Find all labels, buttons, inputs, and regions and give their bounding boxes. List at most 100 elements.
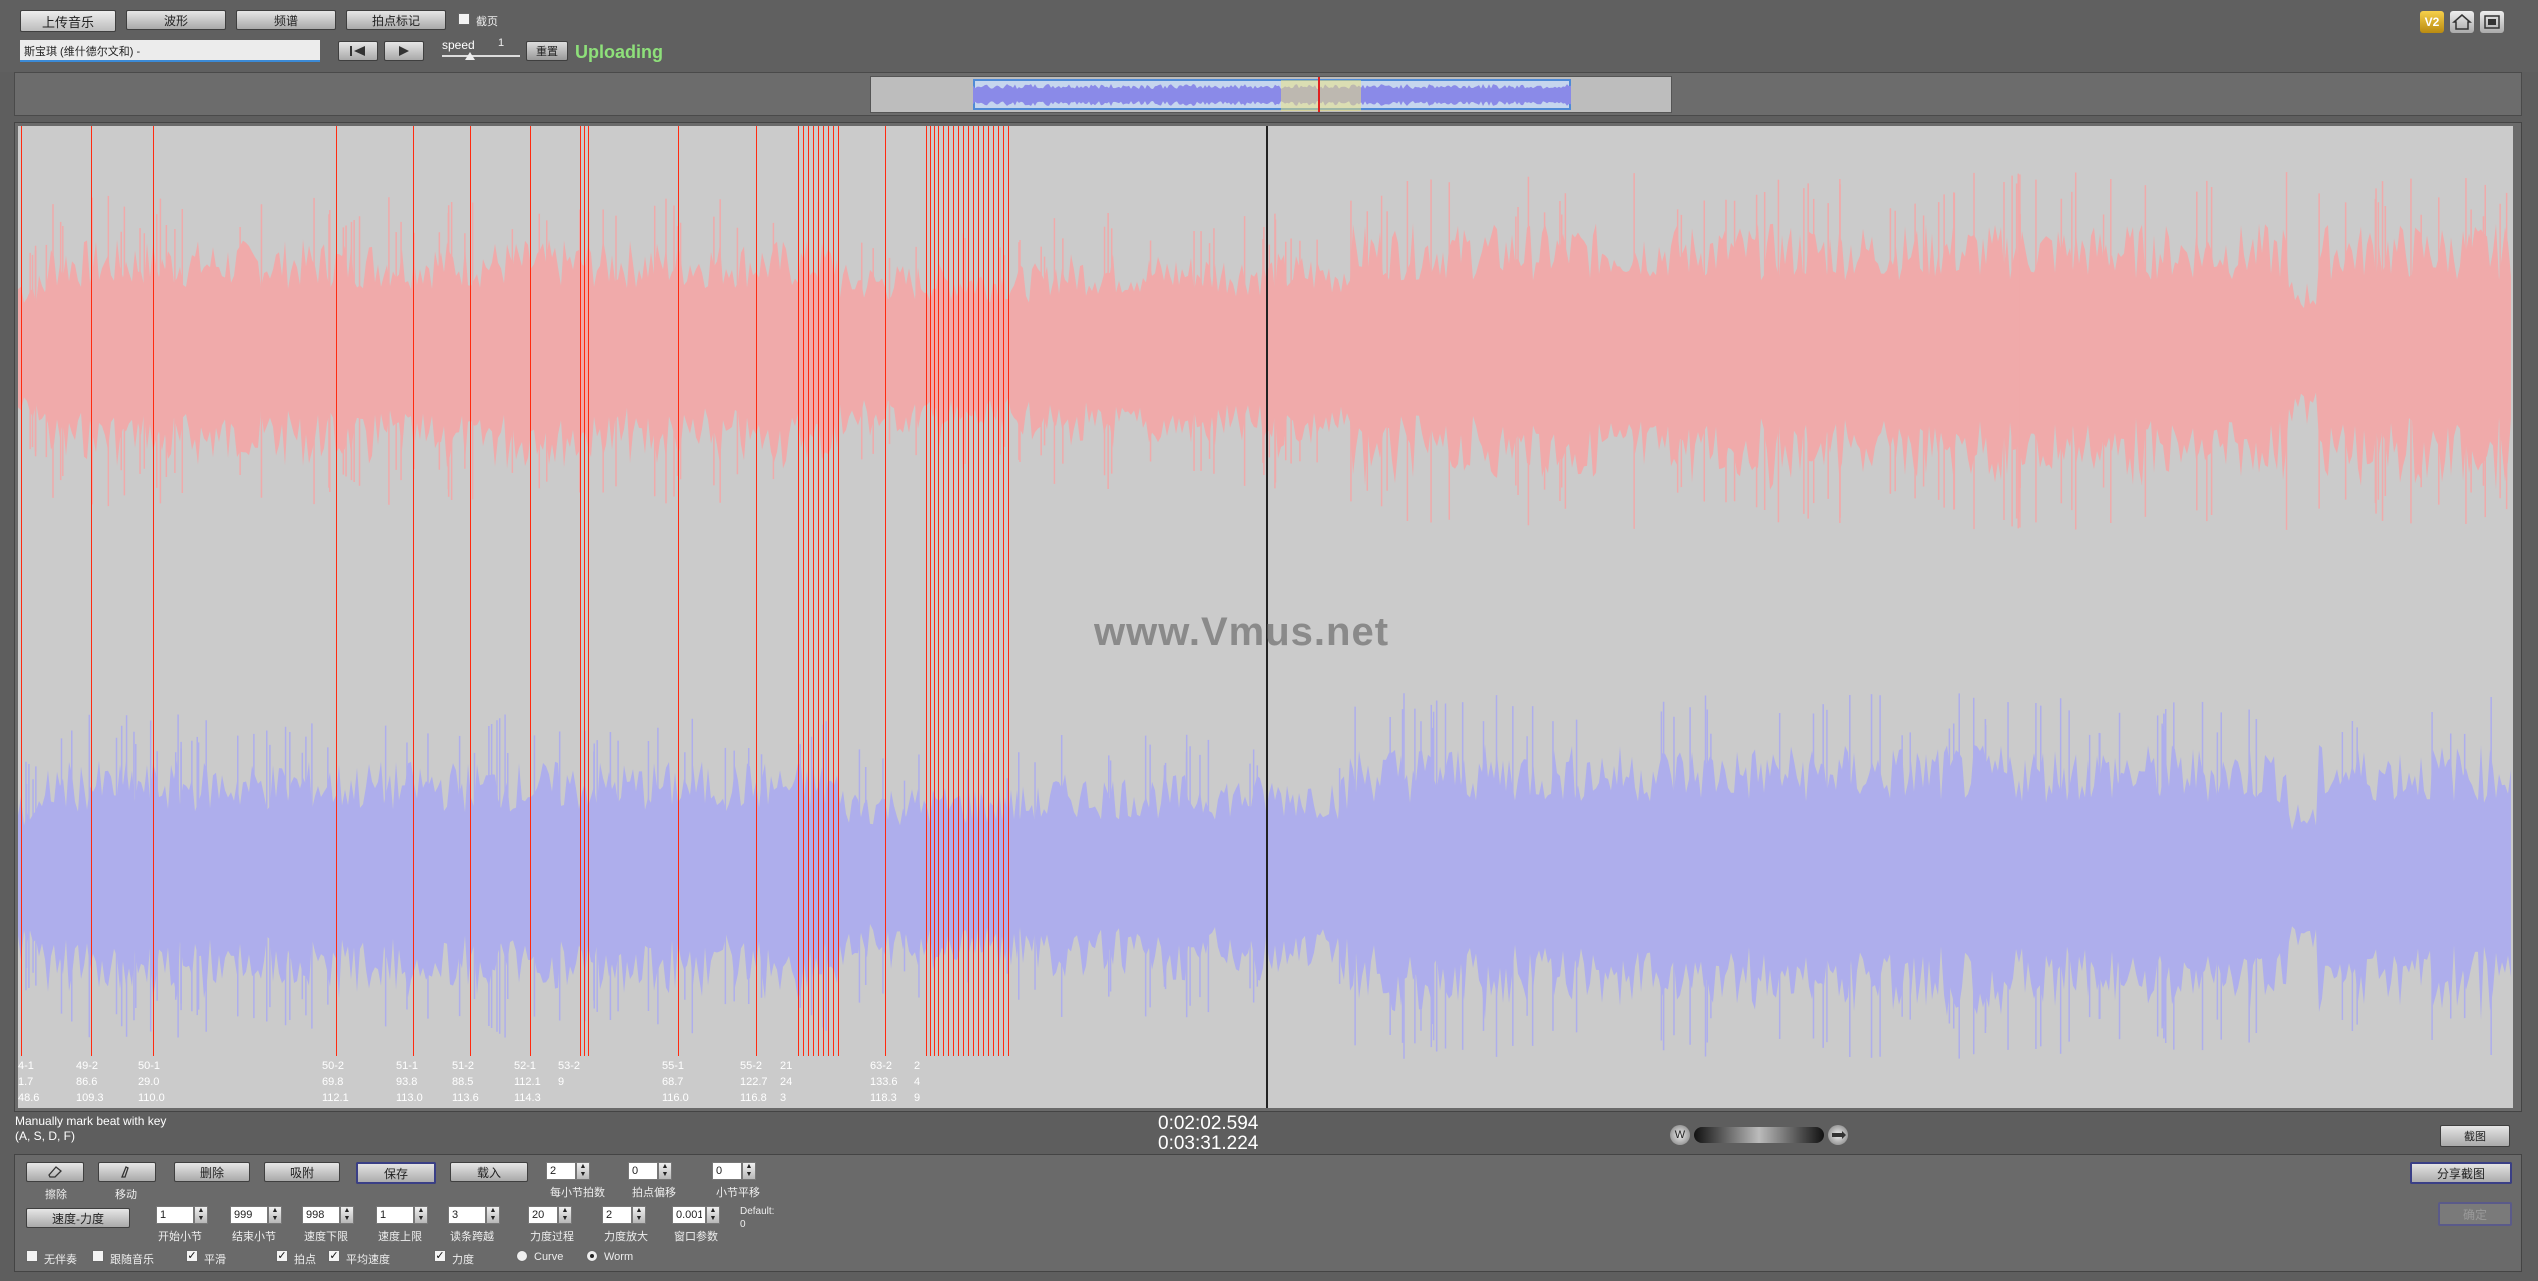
- beat-mark-line[interactable]: [934, 126, 935, 1056]
- worm-radio[interactable]: [586, 1250, 598, 1262]
- beat-offset-input[interactable]: [628, 1162, 658, 1180]
- prev-button[interactable]: [338, 41, 378, 61]
- beat-mark-line[interactable]: [808, 126, 809, 1056]
- beat-mark-line[interactable]: [930, 126, 931, 1056]
- beat-mark-line[interactable]: [838, 126, 839, 1056]
- beat-mark-line[interactable]: [91, 126, 92, 1056]
- bar-span-input[interactable]: [448, 1206, 486, 1224]
- beat-mark-line[interactable]: [1003, 126, 1004, 1056]
- beat-mark-line[interactable]: [953, 126, 954, 1056]
- waveform-button[interactable]: 波形: [126, 10, 226, 30]
- end-bar-input[interactable]: [230, 1206, 268, 1224]
- home-icon[interactable]: [2450, 11, 2474, 33]
- beat-mark-line[interactable]: [998, 126, 999, 1056]
- screenshot-checkbox[interactable]: [458, 13, 470, 25]
- capture-button[interactable]: 截图: [2440, 1125, 2510, 1147]
- dynamics-checkbox[interactable]: ✓: [434, 1250, 446, 1262]
- upload-music-button[interactable]: 上传音乐: [20, 10, 116, 32]
- smooth-checkbox[interactable]: ✓: [186, 1250, 198, 1262]
- bar-span-stepper[interactable]: ▲▼: [448, 1206, 500, 1224]
- move-button[interactable]: [98, 1162, 156, 1182]
- beat-mark-line[interactable]: [798, 126, 799, 1056]
- dyn-scale-stepper[interactable]: ▲▼: [602, 1206, 646, 1224]
- end-bar-stepper[interactable]: ▲▼: [230, 1206, 282, 1224]
- tempo-dynamics-button[interactable]: 速度-力度: [26, 1208, 130, 1228]
- beat-offset-arrows[interactable]: ▲ ▼: [658, 1162, 672, 1180]
- tempo-high-input[interactable]: [376, 1206, 414, 1224]
- zoom-in-icon[interactable]: [1828, 1125, 1848, 1145]
- beat-mark-line[interactable]: [584, 126, 585, 1056]
- beat-mark-line[interactable]: [958, 126, 959, 1056]
- file-title-field[interactable]: 斯宝琪 (维什德尔文和) -: [20, 40, 320, 62]
- load-button[interactable]: 载入: [450, 1162, 528, 1182]
- erase-button[interactable]: [26, 1162, 84, 1182]
- curve-radio[interactable]: [516, 1250, 528, 1262]
- bar-offset-arrows[interactable]: ▲ ▼: [742, 1162, 756, 1180]
- bar-offset-stepper[interactable]: ▲▼: [712, 1162, 756, 1180]
- save-button[interactable]: 保存: [356, 1162, 436, 1184]
- start-bar-arrows[interactable]: ▲ ▼: [194, 1206, 208, 1224]
- beat-mark-line[interactable]: [948, 126, 949, 1056]
- zoom-out-icon[interactable]: W: [1670, 1125, 1690, 1145]
- delete-button[interactable]: 删除: [174, 1162, 250, 1182]
- zoom-control[interactable]: W: [1670, 1123, 1850, 1147]
- share-button[interactable]: 分享截图: [2410, 1162, 2512, 1184]
- beat-mark-line[interactable]: [678, 126, 679, 1056]
- dyn-scale-input[interactable]: [602, 1206, 632, 1224]
- beat-mark-line[interactable]: [413, 126, 414, 1056]
- beat-mark-line[interactable]: [983, 126, 984, 1056]
- beat-mark-line[interactable]: [963, 126, 964, 1056]
- speed-slider-thumb[interactable]: [465, 52, 475, 60]
- tempo-low-arrows[interactable]: ▲ ▼: [340, 1206, 354, 1224]
- beat-mark-line[interactable]: [833, 126, 834, 1056]
- window-param-stepper[interactable]: ▲▼: [672, 1206, 720, 1224]
- fullscreen-icon[interactable]: [2480, 11, 2504, 33]
- window-param-arrows[interactable]: ▲ ▼: [706, 1206, 720, 1224]
- tempo-low-stepper[interactable]: ▲▼: [302, 1206, 354, 1224]
- beat-mark-line[interactable]: [1008, 126, 1009, 1056]
- zoom-slider[interactable]: [1694, 1127, 1824, 1143]
- beat-mark-line[interactable]: [978, 126, 979, 1056]
- beat-mark-line[interactable]: [336, 126, 337, 1056]
- adsorb-button[interactable]: 吸附: [264, 1162, 340, 1182]
- window-param-input[interactable]: [672, 1206, 706, 1224]
- beats-per-bar-input[interactable]: [546, 1162, 576, 1180]
- beat-mark-line[interactable]: [153, 126, 154, 1056]
- beat-mark-line[interactable]: [813, 126, 814, 1056]
- avg-tempo-checkbox[interactable]: ✓: [328, 1250, 340, 1262]
- dyn-smooth-input[interactable]: [528, 1206, 558, 1224]
- beat-mark-line[interactable]: [968, 126, 969, 1056]
- tempo-high-stepper[interactable]: ▲▼: [376, 1206, 428, 1224]
- beat-mark-line[interactable]: [828, 126, 829, 1056]
- beat-mark-line[interactable]: [580, 126, 581, 1056]
- beat-mark-line[interactable]: [823, 126, 824, 1056]
- beat-mark-line[interactable]: [885, 126, 886, 1056]
- beat-mark-line[interactable]: [588, 126, 589, 1056]
- beat-mark-line[interactable]: [530, 126, 531, 1056]
- beat-mark-line[interactable]: [470, 126, 471, 1056]
- tempo-high-arrows[interactable]: ▲ ▼: [414, 1206, 428, 1224]
- beat-mark-line[interactable]: [993, 126, 994, 1056]
- beat-mark-line[interactable]: [973, 126, 974, 1056]
- bar-span-arrows[interactable]: ▲ ▼: [486, 1206, 500, 1224]
- beats-per-bar-arrows[interactable]: ▲ ▼: [576, 1162, 590, 1180]
- tempo-low-input[interactable]: [302, 1206, 340, 1224]
- start-bar-stepper[interactable]: ▲▼: [156, 1206, 208, 1224]
- v2-badge-icon[interactable]: V2: [2420, 11, 2444, 33]
- end-bar-arrows[interactable]: ▲ ▼: [268, 1206, 282, 1224]
- overview-waveform[interactable]: [870, 76, 1672, 113]
- beat-marks-button[interactable]: 拍点标记: [346, 10, 446, 30]
- beat-mark-line[interactable]: [938, 126, 939, 1056]
- beat-mark-line[interactable]: [21, 126, 22, 1056]
- beat-mark-line[interactable]: [988, 126, 989, 1056]
- bar-offset-input[interactable]: [712, 1162, 742, 1180]
- beat-mark-line[interactable]: [926, 126, 927, 1056]
- beat-offset-stepper[interactable]: ▲▼: [628, 1162, 672, 1180]
- no-accompaniment-checkbox[interactable]: [26, 1250, 38, 1262]
- speed-slider[interactable]: [442, 52, 520, 60]
- start-bar-input[interactable]: [156, 1206, 194, 1224]
- play-button[interactable]: [384, 41, 424, 61]
- beat-mark-line[interactable]: [756, 126, 757, 1056]
- waveform-canvas[interactable]: www.Vmus.net 4-1 1.7 48.6 49-2 86.6 109.3 50-1…: [18, 126, 2513, 1108]
- follow-music-checkbox[interactable]: [92, 1250, 104, 1262]
